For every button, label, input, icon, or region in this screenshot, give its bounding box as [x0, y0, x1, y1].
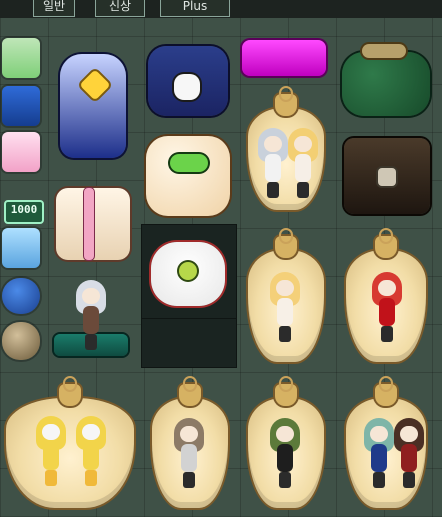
character-sack-icon: [6, 398, 134, 508]
green-pouch-icon[interactable]: [2, 38, 40, 78]
slot-pink-clutch[interactable]: [236, 34, 332, 86]
tab-plus-label: Plus: [182, 0, 208, 13]
legs: [45, 470, 57, 486]
slot-green-coin-purse[interactable]: [334, 36, 438, 132]
currency-badge-text: 1000: [10, 203, 38, 216]
legs: [297, 182, 309, 198]
outfit: [371, 444, 387, 472]
pink-clutch-icon: [242, 40, 326, 76]
slot-character-sack-6[interactable]: [238, 374, 334, 517]
outfit: [43, 442, 59, 470]
legs: [279, 472, 291, 488]
face: [276, 280, 294, 296]
cat-plush-bag-icon: [146, 136, 230, 216]
chibi-red-hair: [370, 272, 404, 344]
purse-clasp-icon: [362, 44, 406, 58]
tab-new[interactable]: 신상: [95, 0, 145, 17]
blue-jar-icon[interactable]: [2, 228, 40, 268]
chibi-teal-hair: [362, 418, 396, 490]
face: [82, 288, 100, 304]
tab-general[interactable]: 일반: [33, 0, 75, 17]
pink-box-icon[interactable]: [2, 132, 40, 172]
bunny-face-icon: [174, 74, 200, 100]
flower-icon: [179, 262, 197, 280]
chibi-dark-hair: [392, 418, 426, 490]
slot-character-sack-5[interactable]: [142, 374, 236, 517]
legs: [85, 470, 97, 486]
star-backpack-icon: [60, 54, 126, 158]
currency-badge: 1000: [4, 200, 44, 224]
face: [294, 136, 312, 152]
tab-plus[interactable]: Plus: [160, 0, 230, 17]
trunk-lock-icon: [378, 168, 396, 186]
face: [42, 424, 60, 440]
chibi-brown-hair: [172, 418, 206, 490]
chibi-chick-left: [34, 416, 68, 488]
legs: [403, 472, 415, 488]
face: [400, 426, 418, 442]
inventory-tabs: 일반 신상 Plus: [0, 0, 442, 18]
slot-treasure-trunk[interactable]: [334, 130, 438, 222]
outfit: [295, 154, 311, 182]
slot-character-sack-4[interactable]: [0, 374, 140, 517]
slot-cat-plush-bag[interactable]: [142, 130, 234, 224]
outfit: [379, 298, 395, 326]
chibi-blonde-hair: [286, 128, 320, 200]
slot-character-sack-1[interactable]: [238, 86, 334, 218]
outfit: [277, 298, 293, 326]
legs: [279, 326, 291, 342]
slot-star-backpack[interactable]: [46, 38, 140, 174]
blue-round-bag-icon[interactable]: [2, 278, 40, 314]
legs: [381, 326, 393, 342]
face: [82, 424, 100, 440]
slot-character-sack-3[interactable]: [334, 230, 438, 370]
slot-character-sack-2[interactable]: [238, 230, 334, 370]
slot-character-box[interactable]: [46, 272, 140, 368]
slot-gift-box[interactable]: [46, 178, 140, 272]
cat-eyes-icon: [170, 154, 208, 172]
tab-new-label: 신상: [108, 0, 132, 13]
chibi-silver-long-hair: [74, 280, 108, 352]
slot-character-sack-7[interactable]: [334, 374, 438, 517]
slot-bunny-bag[interactable]: [142, 38, 234, 128]
face: [264, 136, 282, 152]
green-coin-purse-icon: [342, 52, 430, 116]
legs: [85, 334, 97, 350]
legs: [267, 182, 279, 198]
outfit: [181, 444, 197, 472]
outfit: [277, 444, 293, 472]
face: [276, 426, 294, 442]
bronze-shell-icon[interactable]: [2, 322, 40, 360]
outfit: [83, 442, 99, 470]
chibi-green-hair: [268, 418, 302, 490]
chibi-blonde-long-hair: [268, 272, 302, 344]
slot-flower-pouch[interactable]: [141, 224, 235, 318]
blue-sack-icon[interactable]: [2, 86, 40, 126]
face: [370, 426, 388, 442]
outfit: [83, 306, 99, 334]
ribbon-icon: [84, 188, 94, 260]
chibi-chick-right: [74, 416, 108, 488]
outfit: [401, 444, 417, 472]
legs: [183, 472, 195, 488]
selected-slot-bottom: [141, 318, 237, 368]
tab-general-label: 일반: [42, 0, 66, 13]
face: [378, 280, 396, 296]
outfit: [265, 154, 281, 182]
legs: [373, 472, 385, 488]
face: [180, 426, 198, 442]
chibi-silver-hair: [256, 128, 290, 200]
